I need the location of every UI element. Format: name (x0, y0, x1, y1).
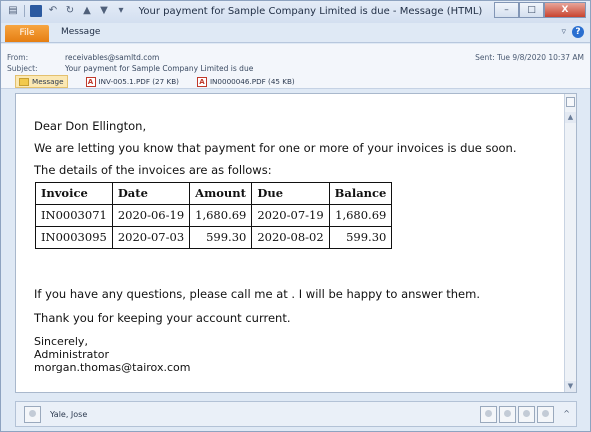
contact-avatar[interactable] (24, 406, 41, 423)
attachment-label: INV-005.1.PDF (27 KB) (98, 77, 179, 86)
contact-avatar[interactable] (518, 406, 535, 423)
closing: Sincerely, (34, 335, 88, 348)
attachment-pdf-2[interactable]: A IN0000046.PDF (45 KB) (196, 76, 295, 87)
contact-thumbnails (480, 406, 554, 423)
expand-people-pane-icon[interactable]: ^ (563, 409, 570, 418)
body-line-4: Thank you for keeping your account curre… (34, 311, 291, 325)
title-bar: ▤ ↶ ↻ ▲ ▼ ▾ Your payment for Sample Comp… (1, 1, 590, 23)
column-header-due: Due (251, 182, 330, 205)
help-icon[interactable]: ? (572, 26, 584, 38)
window-controls: – □ X (494, 2, 586, 18)
sent-label: Sent: (475, 53, 495, 62)
contact-name[interactable]: Yale, Jose (50, 410, 87, 419)
cell-balance: 599.30 (328, 226, 393, 249)
close-button[interactable]: X (544, 2, 586, 18)
ribbon-right-controls: ▿ ? (561, 26, 584, 38)
message-body: Dear Don Ellington, We are letting you k… (15, 93, 577, 393)
cell-balance: 1,680.69 (328, 204, 393, 227)
cell-date: 2020-07-03 (111, 226, 191, 249)
tab-file[interactable]: File (5, 25, 49, 42)
greeting: Dear Don Ellington, (34, 119, 147, 133)
pdf-icon: A (196, 76, 207, 87)
scroll-up-icon[interactable]: ▲ (565, 112, 576, 123)
column-header-balance: Balance (328, 182, 393, 205)
from-row: From: receivables@samltd.com (7, 53, 159, 62)
body-line-2: The details of the invoices are as follo… (34, 163, 272, 177)
invoice-table: Invoice Date Amount Due Balance IN000307… (35, 182, 393, 249)
column-header-date: Date (111, 182, 191, 205)
column-header-invoice: Invoice (35, 182, 113, 205)
attachment-pdf-1[interactable]: A INV-005.1.PDF (27 KB) (85, 76, 179, 87)
cell-amount: 599.30 (189, 226, 253, 249)
body-line-1: We are letting you know that payment for… (34, 141, 517, 155)
cell-invoice: IN0003095 (35, 226, 113, 249)
cell-invoice: IN0003071 (35, 204, 113, 227)
table-header-row: Invoice Date Amount Due Balance (35, 182, 393, 205)
contact-avatar[interactable] (480, 406, 497, 423)
column-header-amount: Amount (189, 182, 253, 205)
attachment-bar: Message A INV-005.1.PDF (27 KB) A IN0000… (15, 75, 313, 88)
sent-value: Tue 9/8/2020 10:37 AM (497, 53, 584, 62)
vertical-scrollbar[interactable]: ▲ ▼ (564, 94, 576, 392)
cell-date: 2020-06-19 (111, 204, 191, 227)
pdf-icon: A (85, 76, 96, 87)
table-row: IN0003071 2020-06-19 1,680.69 2020-07-19… (35, 204, 393, 227)
message-window: ▤ ↶ ↻ ▲ ▼ ▾ Your payment for Sample Comp… (0, 0, 591, 432)
cell-due: 2020-08-02 (251, 226, 330, 249)
attachment-label: IN0000046.PDF (45 KB) (209, 77, 295, 86)
subject-label: Subject: (7, 64, 38, 73)
from-value[interactable]: receivables@samltd.com (65, 53, 159, 62)
ribbon-tabs: File Message ▿ ? (1, 23, 590, 43)
tab-message[interactable]: Message (61, 27, 100, 37)
subject-row: Subject: Your payment for Sample Company … (7, 64, 253, 73)
cell-amount: 1,680.69 (189, 204, 253, 227)
contact-avatar[interactable] (537, 406, 554, 423)
minimize-button[interactable]: – (494, 2, 519, 18)
people-pane: Yale, Jose ^ (15, 401, 577, 427)
sent-row: Sent: Tue 9/8/2020 10:37 AM (475, 53, 584, 62)
signer-email[interactable]: morgan.thomas@tairox.com (34, 362, 190, 373)
scroll-down-icon[interactable]: ▼ (565, 381, 576, 392)
subject-value: Your payment for Sample Company Limited … (65, 64, 254, 73)
zoom-icon[interactable] (566, 97, 575, 107)
cell-due: 2020-07-19 (251, 204, 330, 227)
attachment-message[interactable]: Message (15, 75, 68, 88)
signer-title: Administrator (34, 348, 109, 361)
message-header: From: receivables@samltd.com Subject: Your… (1, 44, 590, 89)
from-label: From: (7, 53, 29, 62)
chevron-down-icon[interactable]: ▿ (561, 27, 566, 37)
envelope-icon (19, 77, 29, 86)
body-line-3: If you have any questions, please call m… (34, 287, 480, 301)
maximize-button[interactable]: □ (519, 2, 544, 18)
table-row: IN0003095 2020-07-03 599.30 2020-08-02 5… (35, 226, 393, 249)
attachment-label: Message (32, 77, 64, 86)
contact-avatar[interactable] (499, 406, 516, 423)
